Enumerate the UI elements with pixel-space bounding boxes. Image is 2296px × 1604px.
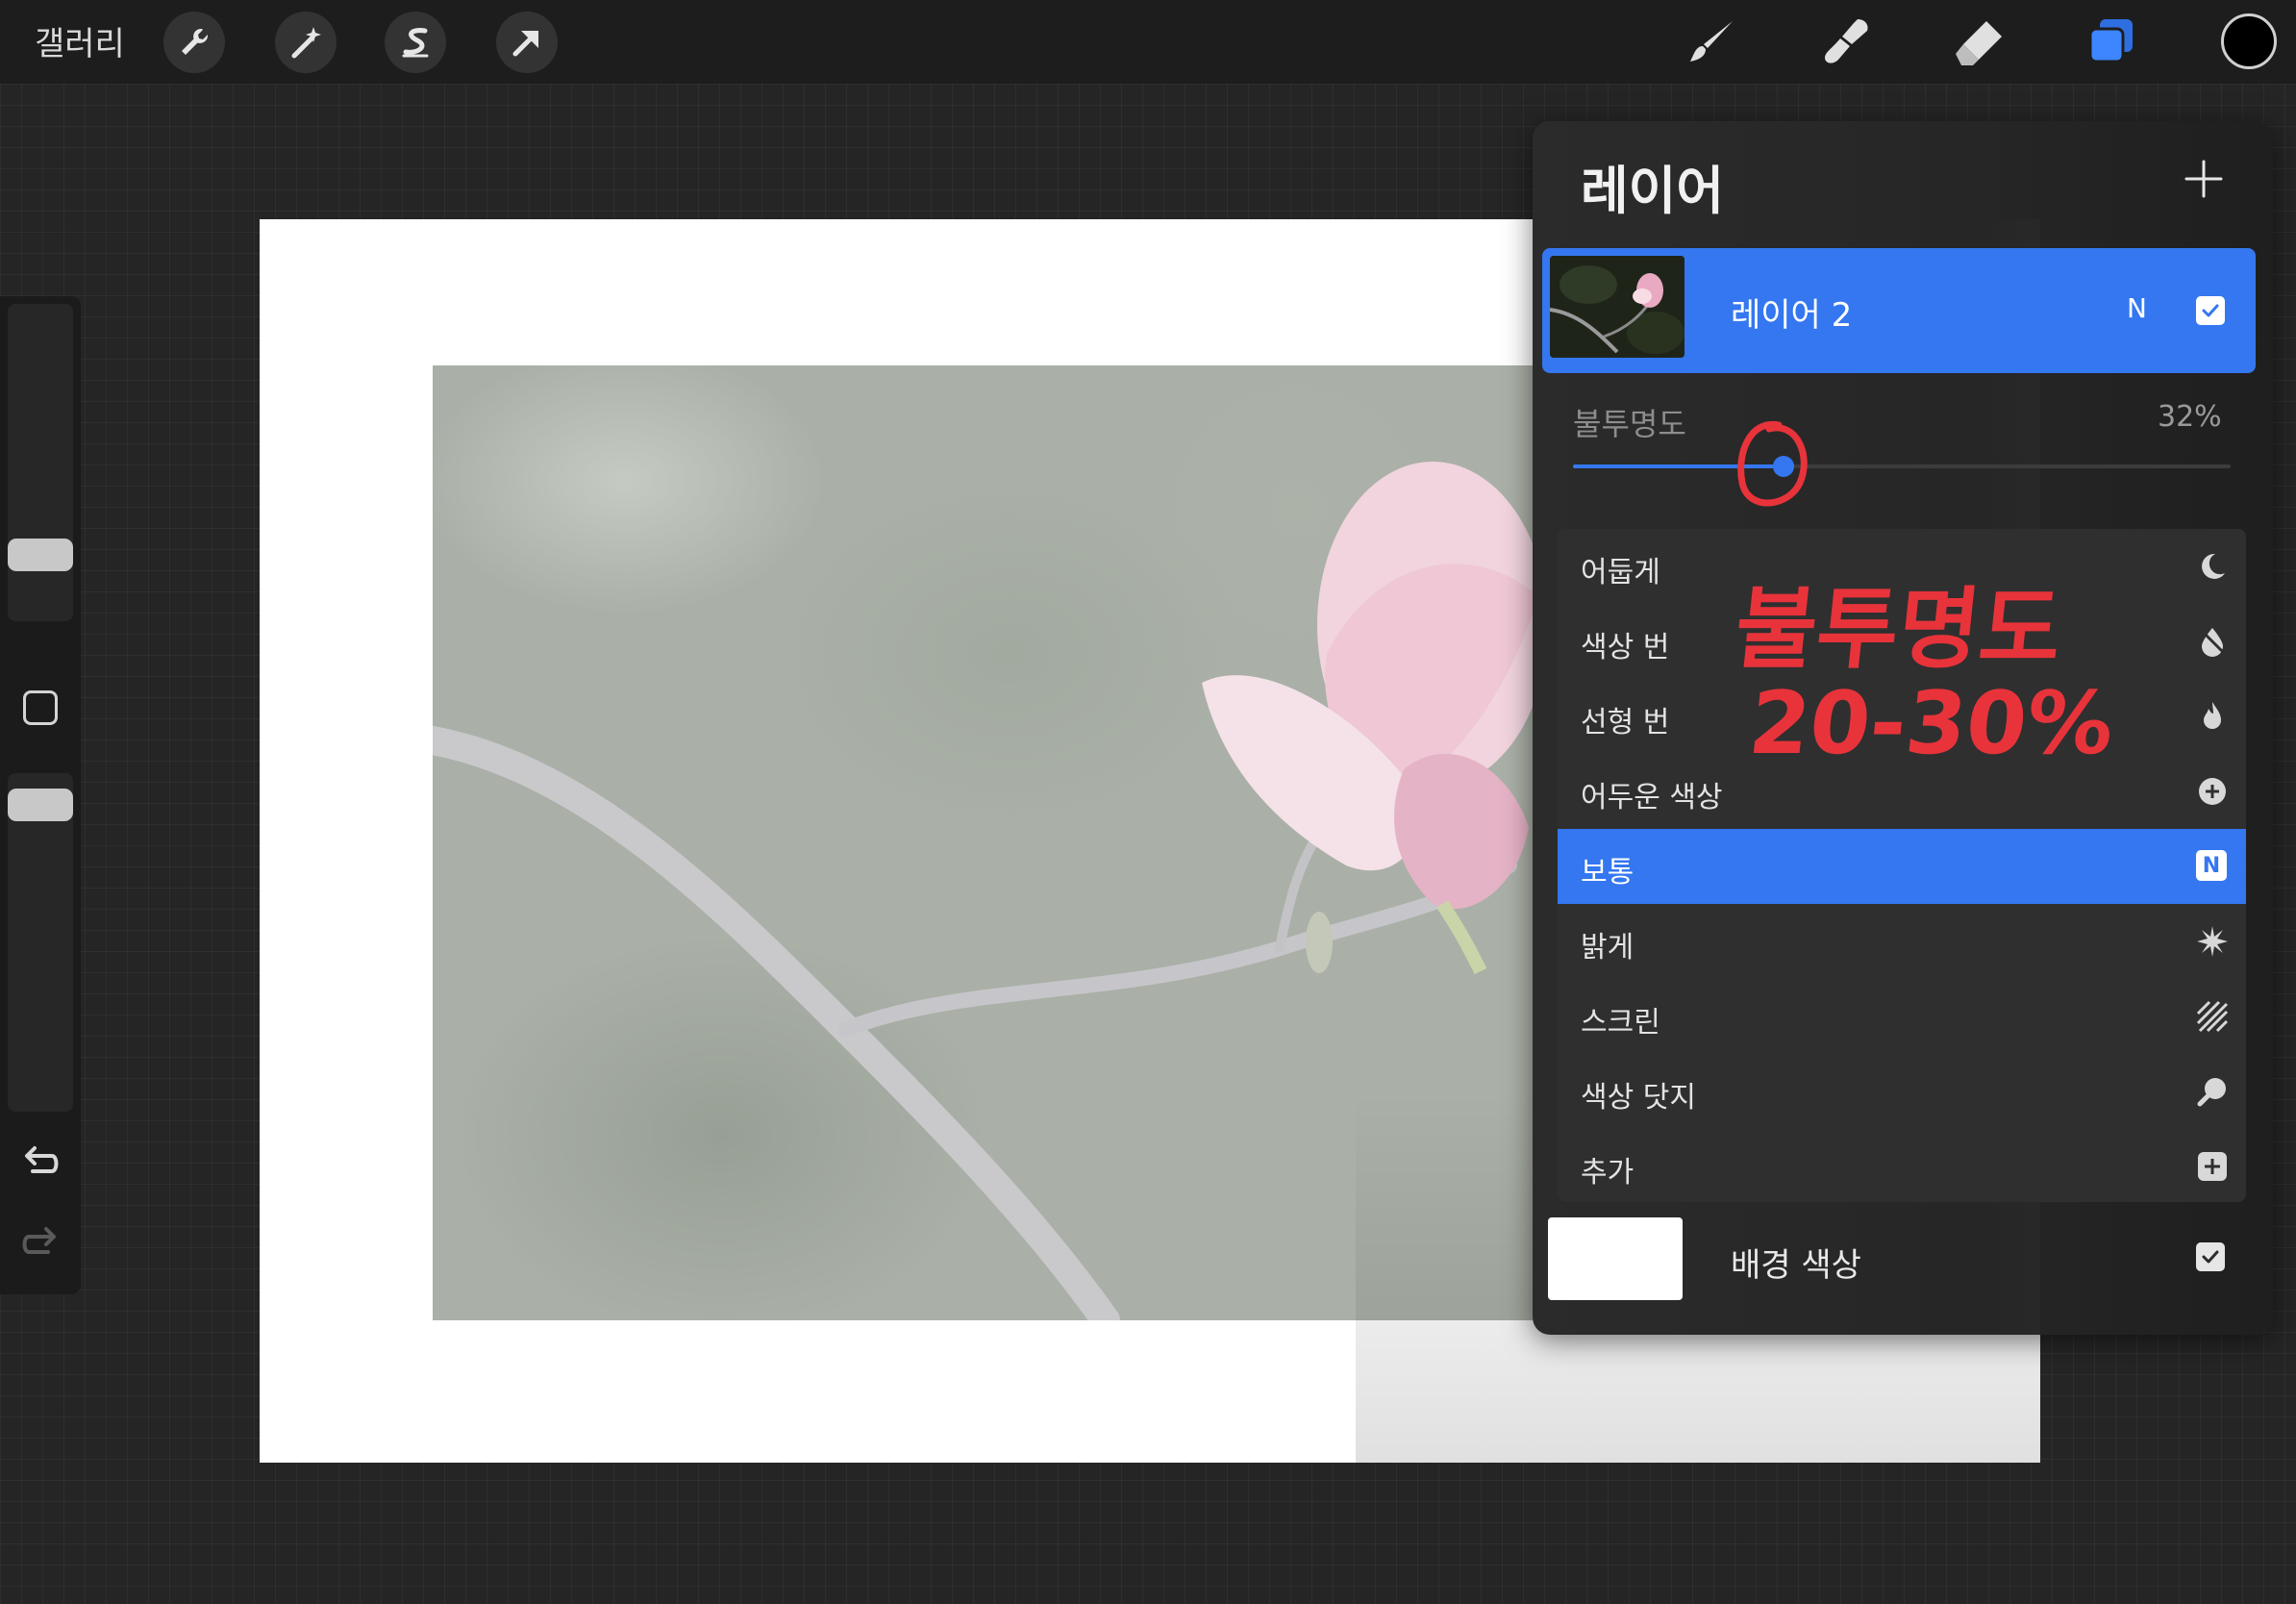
actions-button[interactable] [163,12,225,73]
plus-circle-icon [2199,778,2226,805]
blend-mode-label: 밝게 [1581,931,1635,965]
flame-icon [2204,702,2221,729]
brush-icon[interactable] [1685,15,1738,69]
blend-mode-label: 색상 번 [1581,631,1670,664]
blend-mode-label: 색상 닷지 [1581,1081,1696,1115]
selection-s-icon [402,28,429,58]
opacity-slider[interactable] [1573,456,2231,477]
blend-mode-normal[interactable]: 보통 N [1558,829,2246,904]
layers-panel-title: 레이어 [1581,161,1725,221]
blend-mode-lighten[interactable]: 밝게 [1558,904,2246,979]
transform-button[interactable] [496,12,558,73]
modify-button[interactable] [23,690,58,725]
brush-size-slider[interactable] [8,304,73,621]
magnolia-thumbnail-image [1550,256,1685,358]
background-color-thumbnail[interactable] [1548,1217,1683,1300]
layer-thumbnail [1550,256,1685,358]
checkmark-icon [2202,1250,2219,1264]
add-layer-button[interactable] [2183,158,2225,200]
blend-mode-label: 어두운 색상 [1581,781,1723,815]
blend-mode-label: 보통 [1581,856,1635,890]
blend-mode-label: 스크린 [1581,1006,1660,1040]
eraser-icon[interactable] [1952,15,2006,69]
left-sidebar [0,296,81,1294]
layer-row-active[interactable]: 레이어 2 N [1542,248,2256,373]
layer-visibility-checkbox[interactable] [2196,296,2225,325]
brush-opacity-thumb[interactable] [8,789,73,821]
wrench-icon [182,28,209,55]
sun-burst-icon [2197,926,2228,957]
background-color-layer-row[interactable]: 배경 색상 [1542,1217,2256,1323]
annotation-text-range: 20-30% [1744,673,2119,774]
layer-blend-mode-button[interactable]: N [2127,292,2147,324]
blend-mode-label: 추가 [1581,1156,1635,1190]
adjustments-button[interactable] [275,12,337,73]
undo-icon[interactable] [19,1142,62,1181]
annotation-circle [1737,420,1808,507]
top-toolbar: 갤러리 [0,0,2296,84]
layer-name: 레이어 2 [1731,296,1853,335]
color-picker-button[interactable] [2221,13,2277,69]
brush-opacity-slider[interactable] [8,773,73,1112]
blend-mode-color-dodge[interactable]: 색상 닷지 [1558,1054,2246,1129]
checkmark-icon [2202,304,2219,317]
dodge-icon [2197,1078,2226,1107]
n-badge-text: N [2202,853,2221,878]
annotation-text-opacity: 불투명도 [1730,578,2067,681]
layers-icon[interactable] [2084,15,2138,69]
opacity-value: 32% [2158,400,2222,434]
brush-size-thumb[interactable] [8,539,73,571]
magic-wand-icon [291,27,321,59]
redo-icon[interactable] [19,1223,62,1262]
background-visibility-checkbox[interactable] [2196,1242,2225,1271]
n-badge-icon: N [2196,850,2227,881]
blend-mode-screen[interactable]: 스크린 [1558,979,2246,1054]
plus-square-icon [2198,1152,2227,1181]
hatch-icon [2196,1000,2229,1033]
selection-button[interactable] [385,12,446,73]
blend-mode-add[interactable]: 추가 [1558,1129,2246,1204]
background-layer-name: 배경 색상 [1731,1246,1861,1285]
moon-icon [2202,553,2225,579]
blend-mode-label: 선형 번 [1581,706,1670,739]
opacity-label: 불투명도 [1573,406,1686,442]
burn-drop-icon [2199,628,2226,657]
smudge-icon[interactable] [1819,15,1873,69]
gallery-button[interactable]: 갤러리 [35,17,125,64]
transform-arrow-icon [512,31,538,57]
blend-mode-label: 어둡게 [1581,556,1660,589]
